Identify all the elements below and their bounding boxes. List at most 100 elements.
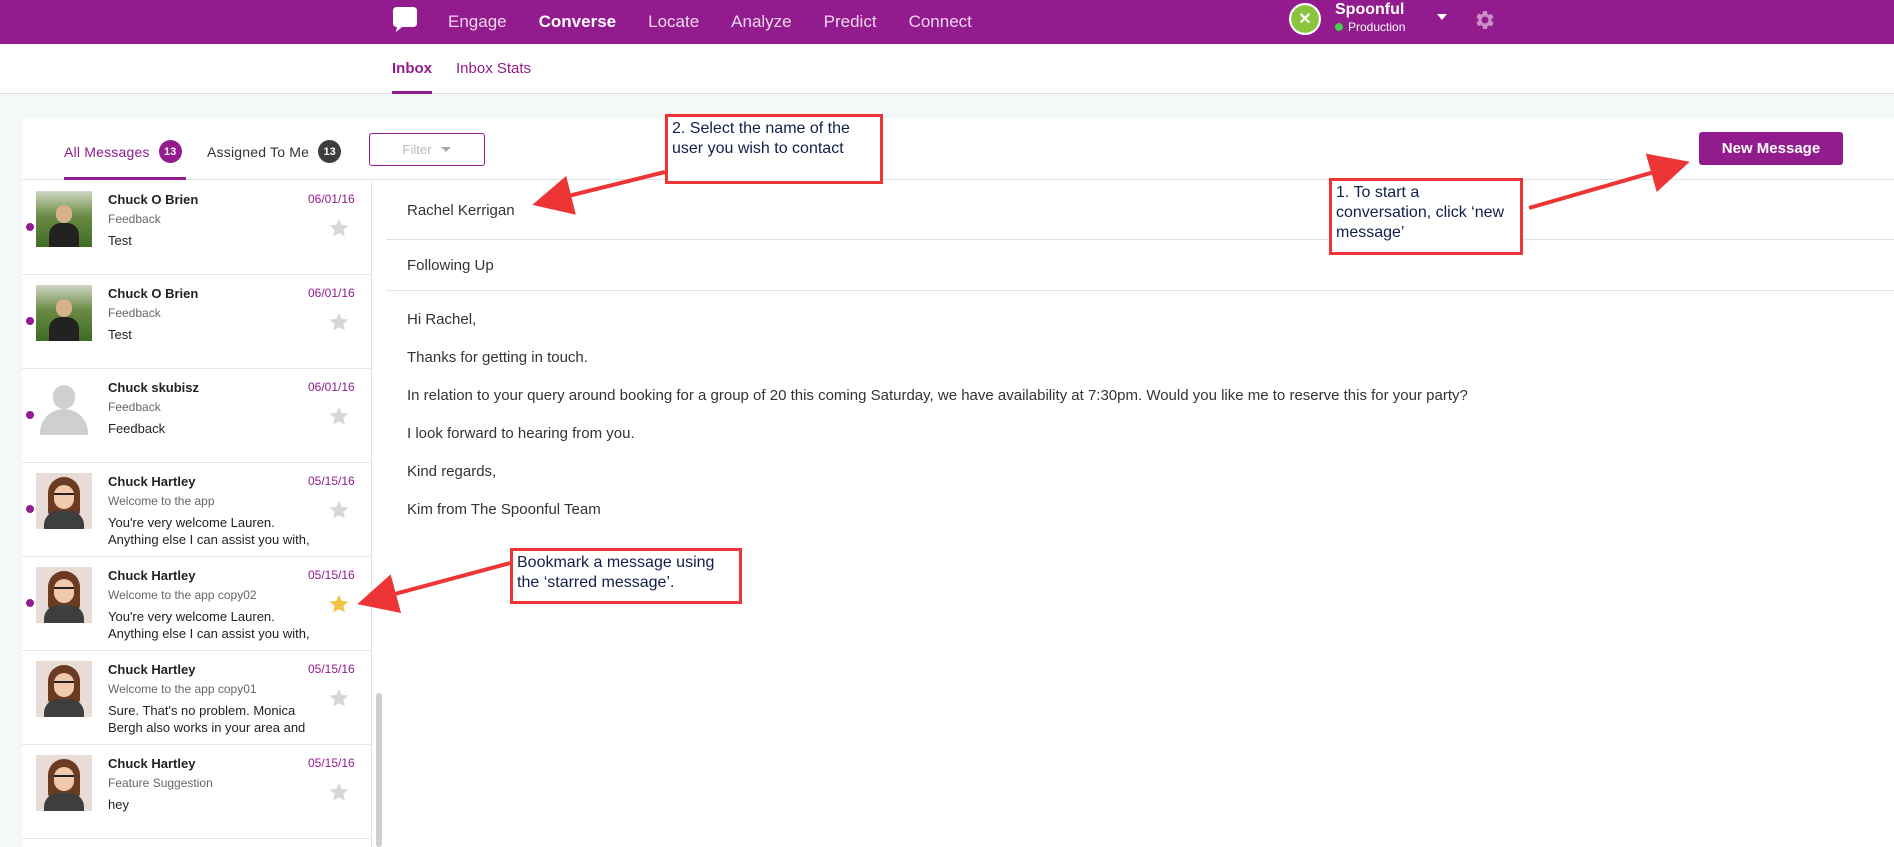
message-preview: You're very welcome Lauren. Anything els… bbox=[108, 609, 310, 641]
message-row[interactable]: Chuck O Brien 06/01/16 Feedback Test bbox=[22, 181, 371, 275]
recipient-name[interactable]: Rachel Kerrigan bbox=[407, 202, 515, 219]
chevron-down-icon bbox=[441, 147, 452, 152]
message-list[interactable]: Chuck O Brien 06/01/16 Feedback Test Chu… bbox=[22, 181, 372, 847]
unread-dot-icon bbox=[26, 223, 34, 231]
status-dot-icon bbox=[1335, 23, 1343, 31]
message-subject: Feature Suggestion bbox=[108, 776, 213, 790]
message-preview: Test bbox=[108, 233, 132, 248]
tab-assigned-to-me[interactable]: Assigned To Me 13 bbox=[207, 140, 342, 163]
inbox-panel: All Messages 13 Assigned To Me 13 Filter… bbox=[22, 118, 1894, 847]
star-icon[interactable] bbox=[328, 781, 350, 803]
avatar bbox=[36, 191, 92, 247]
message-row[interactable]: Chuck Hartley 05/15/16 Welcome to the ap… bbox=[22, 463, 371, 557]
nav-engage[interactable]: Engage bbox=[448, 12, 507, 32]
star-icon[interactable] bbox=[328, 311, 350, 333]
tab-inbox-stats[interactable]: Inbox Stats bbox=[456, 60, 531, 77]
sender-name: Chuck Hartley bbox=[108, 568, 196, 583]
subject-row[interactable]: Following Up bbox=[386, 240, 1894, 291]
assigned-count-badge: 13 bbox=[318, 140, 342, 163]
unread-dot-icon bbox=[26, 505, 34, 513]
top-navigation-bar: Engage Converse Locate Analyze Predict C… bbox=[0, 0, 1894, 44]
tab-inbox[interactable]: Inbox bbox=[392, 60, 432, 77]
nav-locate[interactable]: Locate bbox=[648, 12, 699, 32]
message-subject: Welcome to the app bbox=[108, 494, 215, 508]
message-date: 05/15/16 bbox=[308, 756, 355, 770]
body-line: I look forward to hearing from you. bbox=[407, 425, 635, 442]
avatar bbox=[36, 473, 92, 529]
message-subject: Welcome to the app copy01 bbox=[108, 682, 257, 696]
message-preview: hey bbox=[108, 797, 129, 812]
avatar bbox=[36, 285, 92, 341]
unread-dot-icon bbox=[26, 599, 34, 607]
message-preview: You're very welcome Lauren. Anything els… bbox=[108, 515, 310, 547]
message-subject: Feedback bbox=[108, 306, 161, 320]
speech-bubble-logo-icon[interactable] bbox=[392, 5, 418, 33]
body-line: In relation to your query around booking… bbox=[407, 387, 1468, 404]
account-avatar[interactable]: ✕ bbox=[1289, 3, 1321, 35]
callout-bookmark: Bookmark a message using the ‘starred me… bbox=[510, 548, 742, 604]
message-row[interactable]: Chuck Hartley 05/15/16 Welcome to the ap… bbox=[22, 557, 371, 651]
body-line: Thanks for getting in touch. bbox=[407, 349, 588, 366]
message-date: 05/15/16 bbox=[308, 662, 355, 676]
message-date: 05/15/16 bbox=[308, 568, 355, 582]
body-line: Kind regards, bbox=[407, 463, 497, 480]
message-list-scrollbar[interactable] bbox=[376, 693, 382, 847]
recipient-row[interactable]: Rachel Kerrigan bbox=[386, 181, 1894, 240]
all-messages-count-badge: 13 bbox=[158, 140, 182, 163]
avatar bbox=[36, 755, 92, 811]
default-user-avatar bbox=[36, 379, 92, 435]
message-row[interactable]: Chuck Hartley 05/15/16 Welcome to the ap… bbox=[22, 651, 371, 745]
message-date: 06/01/16 bbox=[308, 380, 355, 394]
message-subject: Feedback bbox=[108, 212, 161, 226]
new-message-button[interactable]: New Message bbox=[1699, 132, 1843, 165]
message-preview: Feedback bbox=[108, 421, 166, 436]
body-line: Hi Rachel, bbox=[407, 311, 477, 328]
active-tab-indicator bbox=[392, 91, 432, 94]
message-subject: Welcome to the app copy02 bbox=[108, 588, 257, 602]
sender-name: Chuck Hartley bbox=[108, 756, 196, 771]
nav-connect[interactable]: Connect bbox=[909, 12, 972, 32]
assigned-to-me-label: Assigned To Me bbox=[207, 143, 310, 160]
nav-analyze[interactable]: Analyze bbox=[731, 12, 791, 32]
nav-converse[interactable]: Converse bbox=[539, 12, 616, 32]
message-row[interactable]: Chuck O Brien 06/01/16 Feedback Test bbox=[22, 275, 371, 369]
filter-dropdown[interactable]: Filter bbox=[369, 133, 485, 166]
message-row[interactable]: Chuck skubisz 06/01/16 Feedback Feedback bbox=[22, 369, 371, 463]
star-icon[interactable] bbox=[328, 499, 350, 521]
avatar bbox=[36, 661, 92, 717]
sender-name: Chuck Hartley bbox=[108, 474, 196, 489]
body-line: Kim from The Spoonful Team bbox=[407, 501, 601, 518]
message-subject-field[interactable]: Following Up bbox=[407, 257, 494, 274]
message-subject: Feedback bbox=[108, 400, 161, 414]
active-tab-indicator bbox=[64, 177, 186, 180]
sender-name: Chuck Hartley bbox=[108, 662, 196, 677]
message-preview: Test bbox=[108, 327, 132, 342]
unread-dot-icon bbox=[26, 317, 34, 325]
account-name[interactable]: Spoonful bbox=[1335, 1, 1404, 19]
chevron-down-icon[interactable] bbox=[1437, 14, 1447, 20]
environment-label: Production bbox=[1348, 20, 1406, 34]
nav-predict[interactable]: Predict bbox=[824, 12, 877, 32]
gear-icon[interactable] bbox=[1472, 8, 1496, 32]
star-icon[interactable] bbox=[328, 687, 350, 709]
sender-name: Chuck O Brien bbox=[108, 192, 199, 207]
main-nav: Engage Converse Locate Analyze Predict C… bbox=[448, 0, 1004, 44]
message-row[interactable]: Chuck Hartley 05/15/16 Feature Suggestio… bbox=[22, 745, 371, 839]
star-icon-starred[interactable] bbox=[328, 593, 350, 615]
message-preview: Sure. That's no problem. Monica Bergh al… bbox=[108, 703, 306, 735]
unread-dot-icon bbox=[26, 411, 34, 419]
message-date: 06/01/16 bbox=[308, 192, 355, 206]
star-icon[interactable] bbox=[328, 405, 350, 427]
message-body[interactable]: Hi Rachel, Thanks for getting in touch. … bbox=[407, 310, 1468, 538]
sender-name: Chuck skubisz bbox=[108, 380, 200, 395]
fork-knife-icon: ✕ bbox=[1291, 5, 1319, 33]
callout-start-conversation: 1. To start a conversation, click ‘new m… bbox=[1329, 178, 1523, 255]
message-date: 05/15/16 bbox=[308, 474, 355, 488]
sender-name: Chuck O Brien bbox=[108, 286, 199, 301]
avatar bbox=[36, 567, 92, 623]
callout-select-user: 2. Select the name of the user you wish … bbox=[665, 114, 883, 184]
all-messages-label: All Messages bbox=[64, 143, 150, 160]
star-icon[interactable] bbox=[328, 217, 350, 239]
message-date: 06/01/16 bbox=[308, 286, 355, 300]
tab-all-messages[interactable]: All Messages 13 bbox=[64, 140, 182, 163]
